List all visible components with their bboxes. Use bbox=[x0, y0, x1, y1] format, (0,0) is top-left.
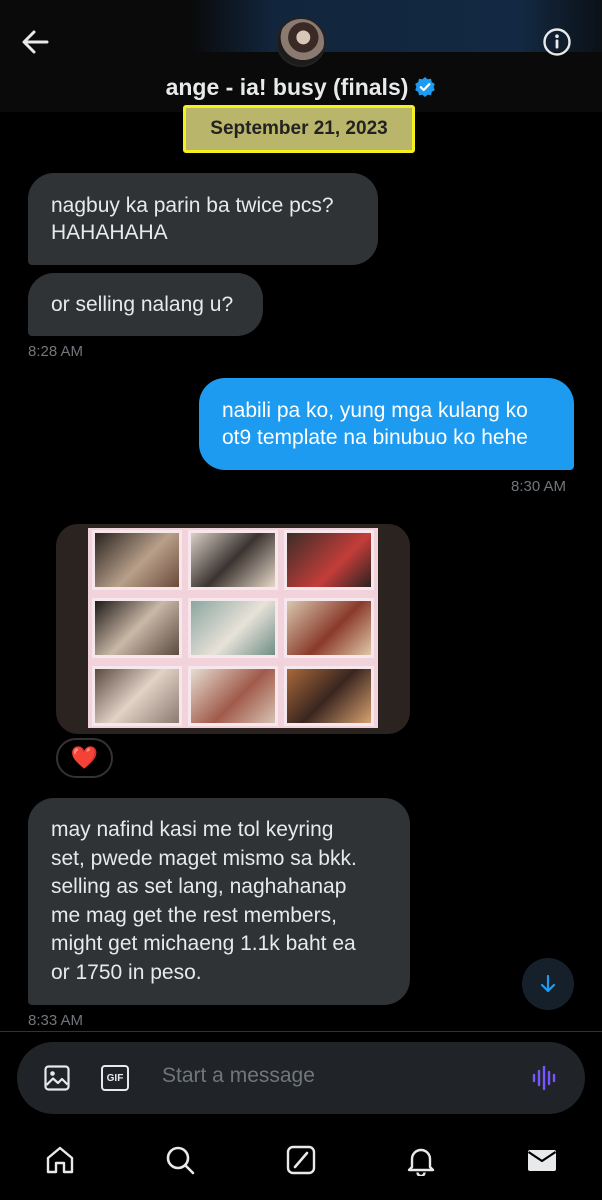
message-bubble-incoming[interactable]: nagbuy ka parin ba twice pcs? HAHAHAHA bbox=[28, 173, 378, 265]
info-icon bbox=[543, 28, 571, 56]
messages-icon bbox=[527, 1150, 557, 1171]
voice-message-button[interactable] bbox=[529, 1062, 561, 1094]
gif-icon: GIF bbox=[101, 1065, 129, 1091]
image-icon bbox=[44, 1065, 70, 1091]
arrow-down-icon bbox=[540, 974, 556, 993]
message-bubble-outgoing[interactable]: nabili pa ko, yung mga kulang ko ot9 tem… bbox=[199, 378, 574, 470]
composer-divider bbox=[0, 1031, 602, 1032]
photo-attachment[interactable] bbox=[56, 524, 410, 734]
message-timestamp: 8:30 AM bbox=[511, 478, 567, 495]
home-icon bbox=[46, 1146, 74, 1174]
message-line: might get michaeng 1.1k baht ea bbox=[51, 932, 356, 955]
tab-grok[interactable] bbox=[283, 1142, 319, 1178]
add-image-button[interactable] bbox=[41, 1062, 73, 1094]
message-line: nabili pa ko, yung mga kulang ko bbox=[222, 399, 528, 422]
contact-name-text: ange - ia! busy (finals) bbox=[165, 74, 409, 100]
voice-waveform-icon bbox=[532, 1065, 556, 1091]
message-line: may nafind kasi me tol keyring bbox=[51, 818, 334, 841]
message-timestamp: 8:33 AM bbox=[28, 1012, 84, 1029]
heart-icon: ❤️ bbox=[70, 745, 99, 770]
message-line: or 1750 in peso. bbox=[51, 960, 202, 984]
tab-home[interactable] bbox=[42, 1142, 78, 1178]
message-bubble-incoming[interactable]: or selling nalang u? bbox=[28, 273, 263, 336]
search-icon bbox=[166, 1146, 195, 1175]
message-line: ot9 template na binubuo ko hehe bbox=[222, 426, 528, 449]
scroll-to-bottom-button[interactable] bbox=[522, 958, 574, 1010]
contact-name[interactable]: ange - ia! busy (finals) bbox=[0, 74, 602, 101]
tab-notifications[interactable] bbox=[403, 1142, 439, 1178]
add-gif-button[interactable]: GIF bbox=[99, 1062, 131, 1094]
message-text: nabili pa ko, yung mga kulang ko ot9 tem… bbox=[222, 397, 528, 451]
conversation-header: ange - ia! busy (finals) bbox=[0, 0, 602, 112]
reaction-badge[interactable]: ❤️ bbox=[56, 738, 113, 778]
message-composer: GIF Start a message bbox=[17, 1042, 585, 1114]
message-bubble-incoming[interactable]: may nafind kasi me tol keyring set, pwed… bbox=[28, 798, 410, 1005]
message-line: me mag get the rest members, bbox=[51, 903, 337, 927]
message-line: nagbuy ka parin ba twice pcs? bbox=[51, 194, 334, 217]
back-button[interactable] bbox=[18, 26, 52, 58]
avatar[interactable] bbox=[276, 17, 326, 67]
gif-label: GIF bbox=[106, 1072, 124, 1084]
tab-search[interactable] bbox=[162, 1142, 198, 1178]
arrow-left-icon bbox=[22, 30, 49, 54]
message-input[interactable]: Start a message bbox=[162, 1064, 315, 1088]
verified-badge-icon bbox=[415, 77, 436, 97]
message-line: HAHAHAHA bbox=[51, 221, 168, 244]
message-line: set, pwede maget mismo sa bkk. bbox=[51, 846, 357, 870]
info-button[interactable] bbox=[540, 25, 574, 59]
tab-messages[interactable] bbox=[524, 1142, 560, 1178]
message-line: selling as set lang, naghahanap bbox=[51, 875, 347, 898]
photocard-binder-image bbox=[88, 528, 378, 728]
grok-icon bbox=[286, 1145, 316, 1175]
date-separator: September 21, 2023 bbox=[183, 105, 415, 153]
message-text: may nafind kasi me tol keyring set, pwed… bbox=[51, 816, 357, 987]
notifications-icon bbox=[407, 1148, 435, 1176]
message-timestamp: 8:28 AM bbox=[28, 343, 84, 360]
message-text: nagbuy ka parin ba twice pcs? HAHAHAHA bbox=[51, 192, 334, 246]
bottom-navigation bbox=[0, 1128, 602, 1200]
message-text: or selling nalang u? bbox=[51, 293, 234, 316]
